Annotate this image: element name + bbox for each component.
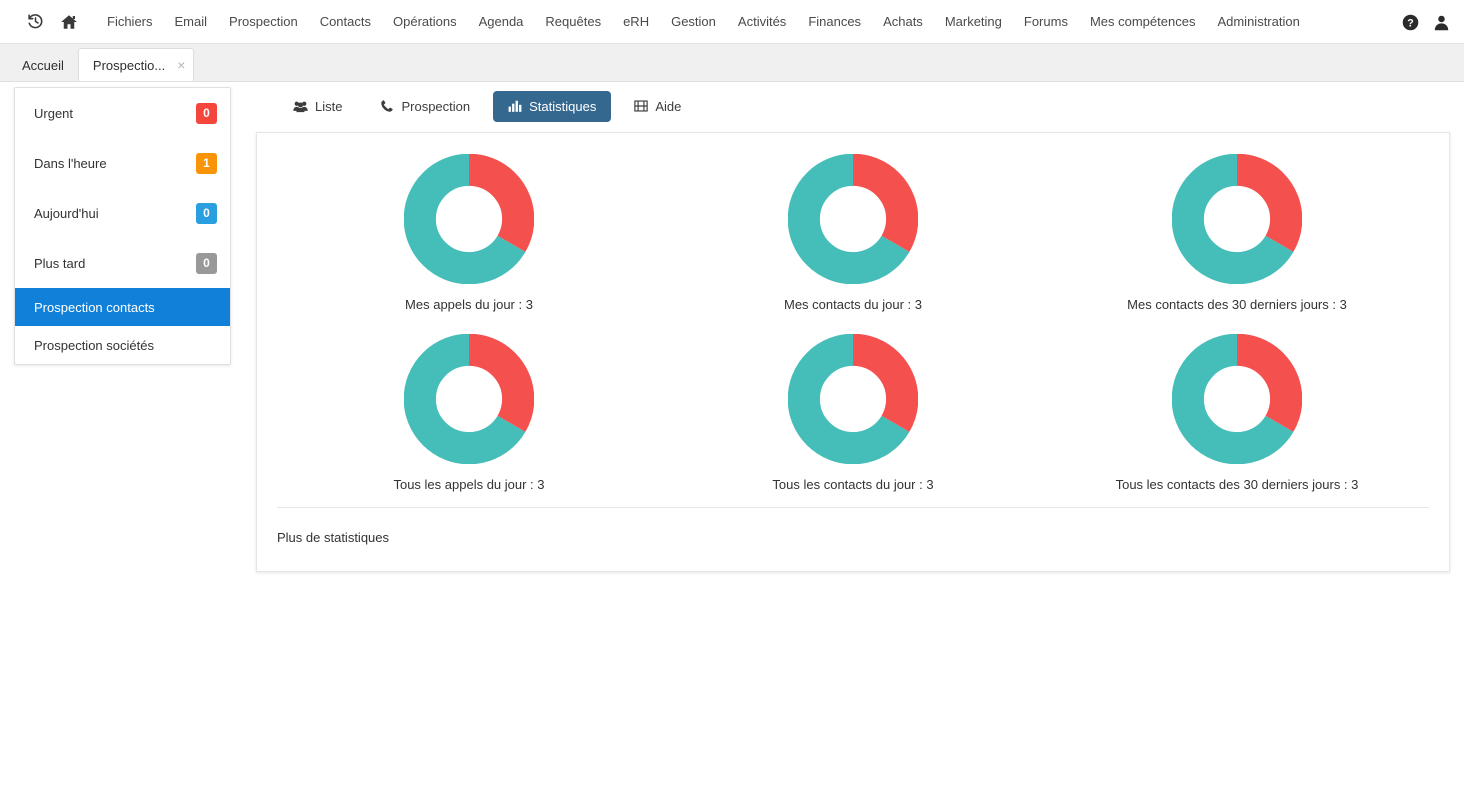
sidebar-item-aujourdhui-label: Aujourd'hui	[34, 205, 99, 221]
chart-card-mes-appels-du-jour: Mes appels du jour : 3	[277, 143, 661, 323]
nav-link-prospection[interactable]: Prospection	[218, 0, 309, 44]
sidebar-item-dans-l-heure[interactable]: Dans l'heure 1	[15, 138, 230, 188]
tab-liste[interactable]: Liste	[278, 91, 357, 122]
users-icon	[293, 100, 308, 113]
nav-link-agenda[interactable]: Agenda	[468, 0, 535, 44]
user-icon[interactable]	[1433, 14, 1450, 31]
status-badge-aujourdhui: 0	[196, 202, 217, 224]
nav-link-fichiers[interactable]: Fichiers	[96, 0, 164, 44]
tab-prospection[interactable]: Prospectio... ×	[77, 48, 195, 81]
tab-accueil[interactable]: Accueil	[8, 49, 78, 81]
phone-icon	[380, 99, 394, 113]
tab-bar: Accueil Prospectio... ×	[0, 44, 1464, 82]
sidebar-item-prospection-societes-label: Prospection sociétés	[34, 337, 154, 353]
tab-statistiques[interactable]: Statistiques	[493, 90, 612, 122]
donut-chart-mes-contacts-du-jour	[788, 154, 918, 284]
tab-aide[interactable]: Aide	[619, 91, 696, 122]
donut-chart-tous-contacts-du-jour	[788, 334, 918, 464]
more-statistics-link[interactable]: Plus de statistiques	[277, 530, 389, 545]
chart-label-mes-contacts-du-jour: Mes contacts du jour : 3	[783, 297, 922, 312]
main-content: Liste Prospection Statistiques Aide Mes …	[256, 82, 1450, 790]
chart-label-tous-contacts-du-jour: Tous les contacts du jour : 3	[772, 477, 934, 492]
home-icon[interactable]	[52, 0, 86, 44]
nav-link-marketing[interactable]: Marketing	[934, 0, 1013, 44]
sidebar-item-plus-tard-label: Plus tard	[34, 255, 86, 271]
chart-label-mes-appels-du-jour: Mes appels du jour : 3	[405, 297, 533, 312]
tab-statistiques-label: Statistiques	[529, 98, 597, 114]
svg-text:?: ?	[1407, 17, 1413, 29]
tab-accueil-label: Accueil	[22, 57, 64, 73]
nav-link-activites[interactable]: Activités	[727, 0, 797, 44]
sidebar-item-dans-l-heure-label: Dans l'heure	[34, 155, 107, 171]
tab-liste-label: Liste	[315, 98, 343, 114]
chart-label-mes-contacts-30-jours: Mes contacts des 30 derniers jours : 3	[1127, 297, 1347, 312]
status-badge-dans-l-heure: 1	[196, 152, 217, 174]
status-badge-urgent: 0	[196, 102, 217, 124]
top-navbar: Fichiers Email Prospection Contacts Opér…	[0, 0, 1464, 44]
donut-chart-mes-contacts-30-jours	[1172, 154, 1302, 284]
nav-link-finances[interactable]: Finances	[797, 0, 872, 44]
subtab-bar: Liste Prospection Statistiques Aide	[256, 82, 1450, 130]
close-icon[interactable]: ×	[177, 58, 185, 72]
chart-card-tous-contacts-30-jours: Tous les contacts des 30 derniers jours …	[1045, 323, 1429, 503]
chart-card-tous-appels-du-jour: Tous les appels du jour : 3	[277, 323, 661, 503]
bar-chart-icon	[508, 99, 522, 113]
history-icon[interactable]	[18, 0, 52, 44]
statistics-panel: Mes appels du jour : 3 Mes contacts du j…	[256, 132, 1450, 572]
film-icon	[634, 99, 649, 113]
sidebar-menu: Urgent 0 Dans l'heure 1 Aujourd'hui 0 Pl…	[14, 87, 231, 365]
nav-link-erh[interactable]: eRH	[612, 0, 660, 44]
nav-link-requetes[interactable]: Requêtes	[534, 0, 612, 44]
nav-link-contacts[interactable]: Contacts	[309, 0, 382, 44]
sidebar-item-aujourdhui[interactable]: Aujourd'hui 0	[15, 188, 230, 238]
tab-prospection-sub-label: Prospection	[401, 98, 471, 114]
page-body: Urgent 0 Dans l'heure 1 Aujourd'hui 0 Pl…	[0, 82, 1464, 790]
tab-prospection-label: Prospectio...	[92, 57, 166, 73]
sidebar-item-urgent[interactable]: Urgent 0	[15, 88, 230, 138]
sidebar-item-urgent-label: Urgent	[34, 105, 74, 121]
nav-link-mes-competences[interactable]: Mes compétences	[1079, 0, 1207, 44]
navbar-right-actions: ?	[1402, 0, 1450, 44]
nav-link-administration[interactable]: Administration	[1206, 0, 1310, 44]
tab-aide-label: Aide	[655, 98, 682, 114]
donut-chart-tous-appels-du-jour	[404, 334, 534, 464]
chart-card-mes-contacts-du-jour: Mes contacts du jour : 3	[661, 143, 1045, 323]
nav-link-operations[interactable]: Opérations	[382, 0, 468, 44]
charts-grid: Mes appels du jour : 3 Mes contacts du j…	[257, 133, 1449, 507]
donut-chart-mes-appels-du-jour	[404, 154, 534, 284]
nav-links: Fichiers Email Prospection Contacts Opér…	[96, 0, 1311, 44]
chart-card-tous-contacts-du-jour: Tous les contacts du jour : 3	[661, 323, 1045, 503]
sidebar-item-plus-tard[interactable]: Plus tard 0	[15, 238, 230, 288]
status-badge-plus-tard: 0	[196, 252, 217, 274]
nav-link-achats[interactable]: Achats	[872, 0, 934, 44]
sidebar-item-prospection-contacts-label: Prospection contacts	[34, 299, 155, 315]
nav-link-forums[interactable]: Forums	[1013, 0, 1079, 44]
chart-label-tous-appels-du-jour: Tous les appels du jour : 3	[393, 477, 545, 492]
chart-label-tous-contacts-30-jours: Tous les contacts des 30 derniers jours …	[1115, 477, 1359, 492]
sidebar-item-prospection-societes[interactable]: Prospection sociétés	[15, 326, 230, 364]
chart-card-mes-contacts-30-jours: Mes contacts des 30 derniers jours : 3	[1045, 143, 1429, 323]
tab-prospection-sub[interactable]: Prospection	[365, 91, 485, 122]
sidebar-item-prospection-contacts[interactable]: Prospection contacts	[15, 288, 230, 326]
nav-link-gestion[interactable]: Gestion	[660, 0, 727, 44]
panel-footer: Plus de statistiques	[257, 508, 1449, 567]
nav-link-email[interactable]: Email	[164, 0, 219, 44]
donut-chart-tous-contacts-30-jours	[1172, 334, 1302, 464]
help-circle-icon[interactable]: ?	[1402, 14, 1419, 31]
